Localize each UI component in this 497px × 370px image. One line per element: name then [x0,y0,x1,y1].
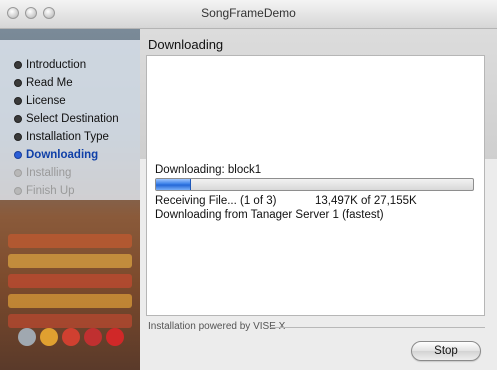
step-finish-up: Finish Up [14,182,119,200]
progress-fill [156,179,191,190]
bg-band [8,234,132,248]
bg-dot [18,328,36,346]
step-bullet-current-icon [14,151,22,159]
step-bullet-icon [14,169,22,177]
bg-band [8,314,132,328]
step-bullet-icon [14,79,22,87]
step-downloading: Downloading [14,146,119,164]
step-read-me: Read Me [14,74,119,92]
content-panel: Downloading: block1 Receiving File... (1… [146,55,485,316]
footer-divider [270,327,485,328]
step-bullet-icon [14,187,22,195]
step-bullet-icon [14,133,22,141]
download-server-text: Downloading from Tanager Server 1 (faste… [155,209,384,221]
bg-band [8,294,132,308]
title-bar: SongFrameDemo [0,0,497,29]
window-title: SongFrameDemo [201,6,296,20]
step-bullet-icon [14,115,22,123]
step-bullet-icon [14,61,22,69]
step-bullet-icon [14,97,22,105]
installation-steps: Introduction Read Me License Select Dest… [14,56,119,200]
bg-dot [84,328,102,346]
bg-band [8,254,132,268]
step-installation-type: Installation Type [14,128,119,146]
bg-dot [62,328,80,346]
step-select-destination: Select Destination [14,110,119,128]
bg-dot [40,328,58,346]
stop-button[interactable]: Stop [411,341,481,361]
step-license: License [14,92,119,110]
bg-band [8,274,132,288]
download-size-text: 13,497K of 27,155K [315,195,417,207]
step-installing: Installing [14,164,119,182]
installer-window: SongFrameDemo Introduction Read Me Licen… [0,0,497,370]
download-status-label: Downloading: block1 [155,164,262,176]
receiving-file-text: Receiving File... (1 of 3) [155,195,277,207]
page-title: Downloading [148,37,224,52]
bg-dot [106,328,124,346]
step-introduction: Introduction [14,56,119,74]
download-progress-bar [155,178,474,191]
installer-credit: Installation powered by VISE X [148,321,286,332]
